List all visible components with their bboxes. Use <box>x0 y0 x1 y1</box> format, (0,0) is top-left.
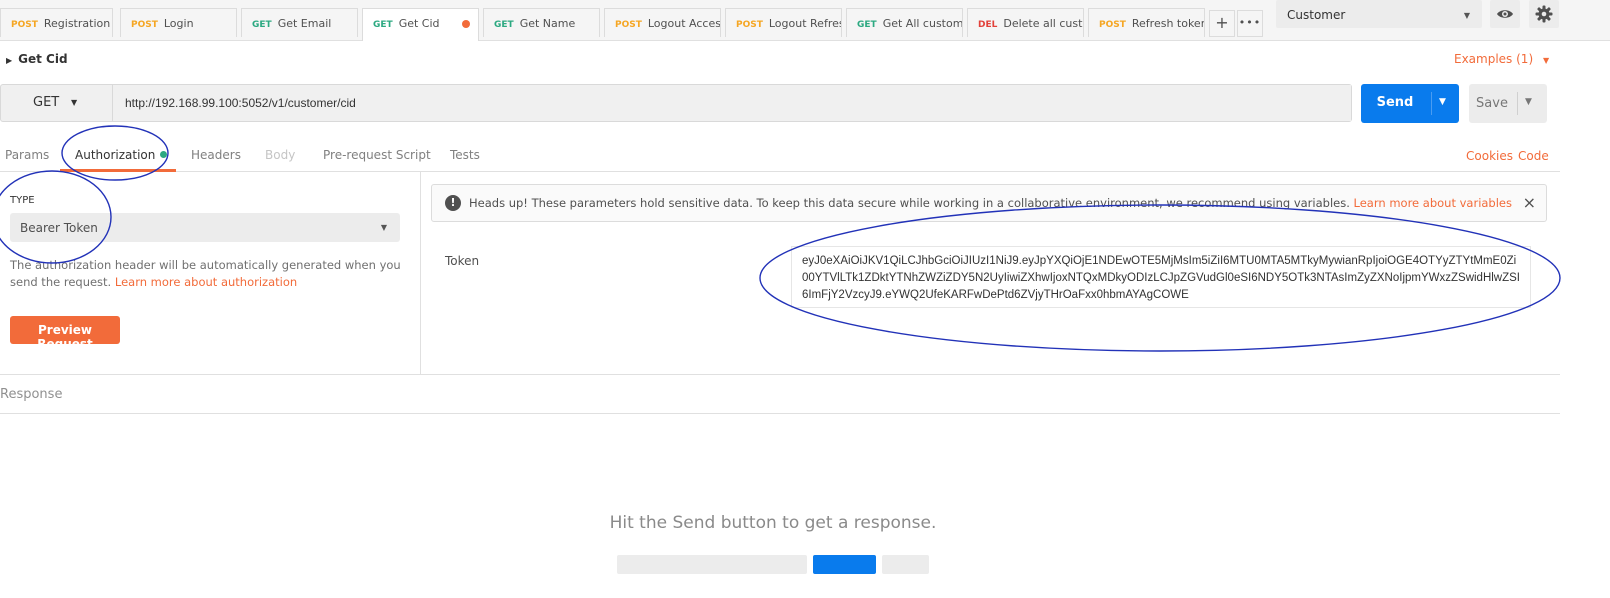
chevron-down-icon[interactable]: ▼ <box>1439 97 1446 107</box>
examples-label: Examples (1) <box>1454 52 1534 66</box>
type-label: TYPE <box>10 195 35 206</box>
tab-label: Get Cid <box>398 17 440 30</box>
request-sub-tabs: Params Authorization Headers Body Pre-re… <box>0 134 1560 172</box>
auth-type-panel: TYPE Bearer Token ▼ The authorization he… <box>0 172 421 374</box>
chevron-down-icon: ▼ <box>71 98 78 107</box>
examples-dropdown[interactable]: Examples (1) ▼ <box>1454 52 1549 66</box>
chevron-down-icon: ▼ <box>1542 56 1550 65</box>
environment-value: Customer <box>1287 8 1346 22</box>
more-tabs-button[interactable]: ••• <box>1237 10 1263 37</box>
request-name[interactable]: ▶ Get Cid <box>6 52 68 66</box>
tab-logout-refresh[interactable]: POST Logout Refresh <box>725 8 842 37</box>
caret-right-icon: ▶ <box>6 56 13 65</box>
learn-more-variables-link[interactable]: Learn more about variables <box>1354 196 1512 210</box>
method-select[interactable]: GET ▼ <box>1 85 113 121</box>
method-badge: POST <box>131 20 158 30</box>
token-input[interactable]: eyJ0eXAiOiJKV1QiLCJhbGciOiJIUzI1NiJ9.eyJ… <box>791 246 1531 308</box>
divider <box>1431 92 1432 115</box>
new-tab-button[interactable]: + <box>1209 10 1235 37</box>
tab-headers[interactable]: Headers <box>191 148 241 162</box>
cookies-link[interactable]: Cookies <box>1466 149 1513 163</box>
method-badge: POST <box>1099 20 1126 30</box>
tab-logout-access[interactable]: POST Logout Access <box>604 8 721 37</box>
preview-request-button[interactable]: Preview Request <box>10 316 120 351</box>
tab-delete-all-customers[interactable]: DEL Delete all customers <box>967 8 1084 37</box>
url-input[interactable] <box>113 85 1351 121</box>
tab-login[interactable]: POST Login <box>120 8 237 37</box>
gear-icon <box>1535 5 1553 23</box>
save-label: Save <box>1476 96 1508 111</box>
tab-label: Logout Refresh <box>768 17 841 30</box>
response-title: Response <box>0 387 63 402</box>
tab-registration[interactable]: POST Registration <box>0 8 113 37</box>
tab-authorization[interactable]: Authorization <box>75 148 168 162</box>
alert-icon: ! <box>445 195 461 211</box>
close-icon[interactable]: × <box>1523 193 1536 212</box>
tab-label: Get Name <box>519 17 576 30</box>
chevron-down-icon: ▼ <box>1463 11 1470 20</box>
method-badge: GET <box>373 20 393 30</box>
auth-type-value: Bearer Token <box>20 221 98 235</box>
method-value: GET <box>33 95 60 110</box>
method-badge: DEL <box>978 20 998 30</box>
method-badge: POST <box>615 20 642 30</box>
tab-label: Get Email <box>277 17 332 30</box>
method-badge: POST <box>736 20 763 30</box>
placeholder-bar <box>617 555 807 574</box>
tab-get-cid[interactable]: GET Get Cid <box>362 8 479 41</box>
tab-tests[interactable]: Tests <box>450 148 480 162</box>
url-bar: GET ▼ <box>0 84 1352 122</box>
tab-body[interactable]: Body <box>265 148 295 162</box>
method-badge: GET <box>252 20 272 30</box>
auth-type-select[interactable]: Bearer Token ▼ <box>10 213 400 242</box>
alert-message: Heads up! These parameters hold sensitiv… <box>469 196 1350 210</box>
auth-description: The authorization header will be automat… <box>10 257 410 291</box>
tab-label: Registration <box>43 17 111 30</box>
code-link[interactable]: Code <box>1518 149 1549 163</box>
status-dot-icon <box>160 151 168 158</box>
tab-refresh-token[interactable]: POST Refresh token <box>1088 8 1205 37</box>
tab-label: Login <box>163 17 194 30</box>
environment-quick-look-button[interactable] <box>1490 0 1520 28</box>
environment-settings-button[interactable] <box>1529 0 1559 28</box>
tab-authorization-label: Authorization <box>75 148 156 162</box>
method-badge: GET <box>494 20 514 30</box>
send-button[interactable]: Send ▼ <box>1361 84 1459 123</box>
request-name-label: Get Cid <box>18 52 68 66</box>
tab-get-email[interactable]: GET Get Email <box>241 8 358 37</box>
tab-label: Get All customers <box>882 17 963 30</box>
empty-response-hint: Hit the Send button to get a response. <box>609 513 937 533</box>
learn-more-authorization-link[interactable]: Learn more about authorization <box>115 275 297 289</box>
token-label: Token <box>445 254 480 268</box>
alert-text: Heads up! These parameters hold sensitiv… <box>469 196 1512 210</box>
environment-select[interactable]: Customer ▼ <box>1276 0 1482 28</box>
divider <box>1517 92 1518 115</box>
chevron-down-icon[interactable]: ▼ <box>1525 97 1532 107</box>
tab-label: Delete all customers <box>1003 17 1083 30</box>
tab-label: Refresh token <box>1131 17 1205 30</box>
method-badge: GET <box>857 20 877 30</box>
response-section-header: Response <box>0 374 1560 414</box>
tab-pre-request-script[interactable]: Pre-request Script <box>323 148 431 162</box>
tab-params[interactable]: Params <box>5 148 49 162</box>
tab-label: Logout Access <box>647 17 721 30</box>
unsaved-changes-dot <box>462 20 470 28</box>
send-label: Send <box>1376 95 1414 110</box>
placeholder-bar <box>813 555 876 574</box>
tab-get-all-customers[interactable]: GET Get All customers <box>846 8 963 37</box>
chevron-down-icon: ▼ <box>380 223 387 232</box>
save-button[interactable]: Save ▼ <box>1469 84 1547 123</box>
eye-icon <box>1497 10 1513 18</box>
tab-get-name[interactable]: GET Get Name <box>483 8 600 37</box>
method-badge: POST <box>11 20 38 30</box>
sensitive-data-alert: ! Heads up! These parameters hold sensit… <box>431 184 1547 222</box>
placeholder-bar <box>882 555 929 574</box>
